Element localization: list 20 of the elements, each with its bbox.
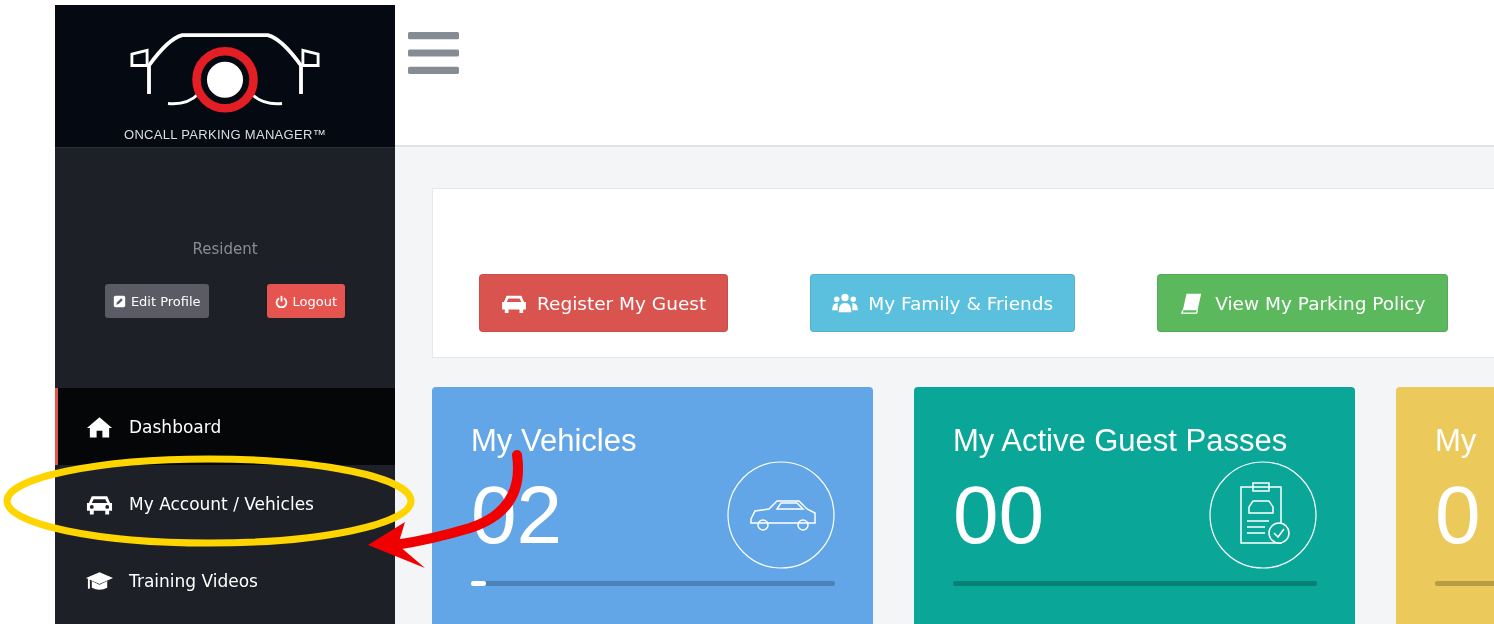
house-icon (86, 414, 113, 439)
users-icon (832, 292, 859, 314)
user-role: Resident (192, 240, 258, 258)
clipboard-check-icon (1209, 461, 1317, 569)
card-count: 0 (1435, 474, 1481, 556)
card-title: My Active Guest Passes (953, 423, 1289, 459)
logo-title: ONCALL PARKING MANAGER™ (124, 127, 326, 142)
power-icon (274, 294, 288, 308)
sidebar-item[interactable]: My Account / Vehicles (55, 465, 395, 542)
action-button[interactable]: Register My Guest (479, 274, 729, 332)
pencil-icon (112, 294, 126, 308)
card-title: My Vehicles (471, 423, 638, 459)
menu-icon[interactable] (408, 32, 459, 75)
card-count: 00 (953, 474, 1045, 556)
sidebar-item[interactable]: Training Videos (55, 542, 395, 619)
sidebar-item[interactable]: Dashboard (55, 388, 395, 465)
car-icon (727, 461, 835, 569)
logout-button[interactable]: Logout (266, 284, 346, 318)
card-title: My (1435, 423, 1478, 459)
edit-profile-button[interactable]: Edit Profile (104, 284, 209, 318)
